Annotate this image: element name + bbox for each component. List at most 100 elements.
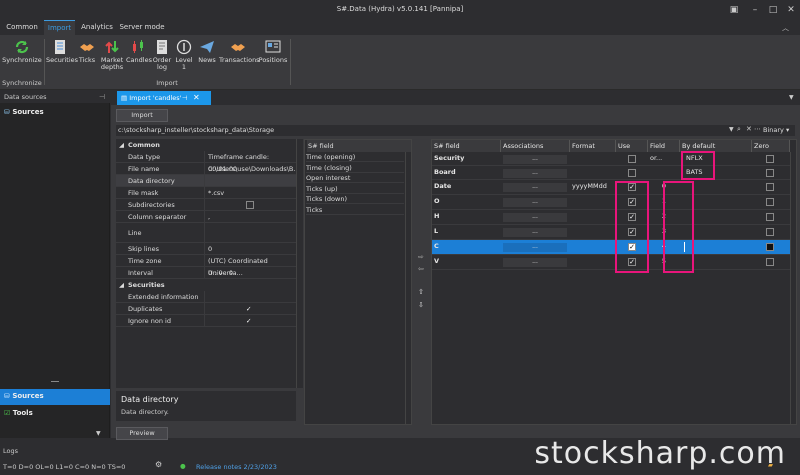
clear-icon[interactable]: ✕	[746, 125, 752, 133]
collapse-ribbon-icon[interactable]: ︿	[782, 23, 789, 33]
field-list-item[interactable]: Ticks (down)	[306, 194, 404, 204]
zero-checkbox[interactable]	[766, 258, 774, 266]
check-mark[interactable]: ✓	[246, 315, 251, 327]
expand-chevron-icon[interactable]: ▼	[96, 430, 101, 437]
field-name[interactable]: H	[434, 211, 494, 221]
move-up-icon[interactable]: ⇧	[418, 288, 424, 296]
association-cell[interactable]: ...	[503, 213, 567, 222]
close-tab-icon[interactable]: ✕	[193, 93, 200, 102]
pin-icon[interactable]: ⊣	[99, 93, 105, 101]
mapping-row[interactable]: Security... NFLX	[432, 152, 790, 166]
path-dropdown-icon[interactable]: ▼	[729, 126, 734, 133]
field-name[interactable]: C	[434, 241, 494, 251]
property-scrollbar[interactable]	[296, 139, 303, 388]
synchronize-button[interactable]: Synchronize	[2, 39, 42, 75]
zero-checkbox[interactable]	[766, 243, 774, 251]
property-value[interactable]: ,	[208, 211, 210, 223]
zero-checkbox[interactable]	[766, 169, 774, 177]
mapping-column-header[interactable]: S# field	[432, 140, 501, 152]
mapping-row[interactable]: O... ✓ 1	[432, 195, 790, 210]
search-icon[interactable]: ⌕	[737, 125, 741, 134]
mapping-row[interactable]: Date... yyyyMMdd ✓ 0	[432, 180, 790, 195]
association-cell[interactable]: ...	[503, 169, 567, 178]
property-row[interactable]: Time zone (UTC) Coordinated Universa...	[116, 255, 296, 277]
field-list-scrollbar[interactable]	[405, 152, 411, 424]
field-name[interactable]: Date	[434, 181, 494, 191]
check-mark[interactable]: ✓	[246, 303, 251, 315]
positions-button[interactable]: Positions	[258, 39, 288, 75]
order-log-button[interactable]: Order log	[151, 39, 173, 75]
property-row[interactable]: Data directory	[116, 175, 296, 187]
association-cell[interactable]: ...	[503, 198, 567, 207]
mapping-row[interactable]: V... ✓ 5	[432, 255, 790, 270]
close-icon[interactable]: ✕	[784, 4, 798, 16]
association-cell[interactable]: ...	[503, 243, 567, 252]
pin-tab-icon[interactable]: ⊣	[182, 94, 188, 102]
common-category[interactable]: ◢ Common	[116, 139, 296, 151]
property-row[interactable]: File mask *.csv	[116, 187, 296, 199]
association-cell[interactable]: ...	[503, 183, 567, 192]
association-cell[interactable]: ...	[503, 228, 567, 237]
field-name[interactable]: Board	[434, 167, 494, 177]
maximize-icon[interactable]: □	[766, 4, 780, 16]
restore-icon[interactable]: ▣	[727, 4, 741, 16]
mapping-row[interactable]: C... ✓ 4	[432, 240, 790, 255]
mapping-column-header[interactable]: Use	[616, 140, 648, 152]
move-down-icon[interactable]: ⇩	[418, 301, 424, 309]
field-list-item[interactable]: Open interest	[306, 173, 404, 183]
mapping-row[interactable]: L... ✓ 3	[432, 225, 790, 240]
property-row[interactable]: Duplicates ✓	[116, 303, 296, 315]
news-button[interactable]: News	[196, 39, 218, 75]
preview-button[interactable]: Preview	[116, 427, 168, 440]
property-value[interactable]: C:\Users\use\Downloads\B...	[208, 163, 300, 175]
format-select[interactable]: Binary ▾	[763, 126, 789, 134]
field-list-item[interactable]: Ticks	[306, 205, 404, 215]
property-row[interactable]: Skip lines 0	[116, 243, 296, 255]
sources-tree-item[interactable]: ⛁ Sources	[0, 105, 110, 121]
zero-checkbox[interactable]	[766, 183, 774, 191]
zero-checkbox[interactable]	[766, 213, 774, 221]
splitter-grip[interactable]	[51, 381, 59, 382]
sidebar-item-sources[interactable]: ⛁ Sources	[0, 389, 110, 405]
securities-button[interactable]: Securities	[46, 39, 78, 75]
property-row[interactable]: File name C:\Users\use\Downloads\B...	[116, 163, 300, 175]
market-depths-button[interactable]: Market depths	[99, 39, 125, 75]
association-cell[interactable]: ...	[503, 155, 567, 164]
tab-common[interactable]: Common	[3, 20, 41, 35]
tab-list-chevron-icon[interactable]: ▼	[789, 94, 794, 101]
property-row[interactable]: Interval 0 : 0 : 0	[116, 267, 296, 279]
property-value[interactable]: 0	[208, 243, 284, 255]
field-name[interactable]: O	[434, 196, 494, 206]
logs-label[interactable]: Logs	[0, 447, 18, 455]
import-button[interactable]: Import	[116, 109, 168, 122]
ticks-button[interactable]: Ticks	[76, 39, 98, 75]
release-notes-link[interactable]: Release notes 2/23/2023	[196, 463, 277, 471]
association-cell[interactable]: ...	[503, 258, 567, 267]
minimize-icon[interactable]: –	[748, 4, 762, 16]
property-value[interactable]: 0 : 0 : 0	[208, 267, 284, 279]
mapping-column-header[interactable]: Format	[570, 140, 616, 152]
move-right-icon[interactable]: ⇨	[418, 253, 424, 261]
property-row[interactable]: Extended information	[116, 291, 296, 303]
field-name[interactable]: L	[434, 226, 494, 236]
use-checkbox[interactable]	[628, 169, 636, 177]
sidebar-item-tools[interactable]: ☑ Tools	[0, 406, 110, 422]
mapping-column-header[interactable]: Field or...	[648, 140, 680, 162]
property-row[interactable]: Data type Timeframe candle: 00:01:00	[116, 151, 296, 173]
move-left-icon[interactable]: ⇦	[418, 265, 424, 273]
property-row[interactable]: Line	[116, 223, 296, 243]
candles-button[interactable]: Candles	[126, 39, 152, 75]
property-value[interactable]: *.csv	[208, 187, 224, 199]
subdirectories-checkbox[interactable]	[246, 201, 254, 209]
tab-import[interactable]: Import	[44, 20, 75, 35]
transactions-button[interactable]: Transactions	[219, 39, 260, 75]
use-checkbox[interactable]	[628, 155, 636, 163]
tab-server-mode[interactable]: Server mode	[118, 20, 166, 35]
field-list-item[interactable]: Time (opening)	[306, 152, 404, 162]
property-row[interactable]: Column separator,	[116, 211, 296, 223]
field-name[interactable]: Security	[434, 153, 494, 163]
mapping-row[interactable]: Board... BATS	[432, 166, 790, 180]
zero-checkbox[interactable]	[766, 228, 774, 236]
field-list-item[interactable]: Ticks (up)	[306, 184, 404, 194]
mapping-row[interactable]: H... ✓ 2	[432, 210, 790, 225]
